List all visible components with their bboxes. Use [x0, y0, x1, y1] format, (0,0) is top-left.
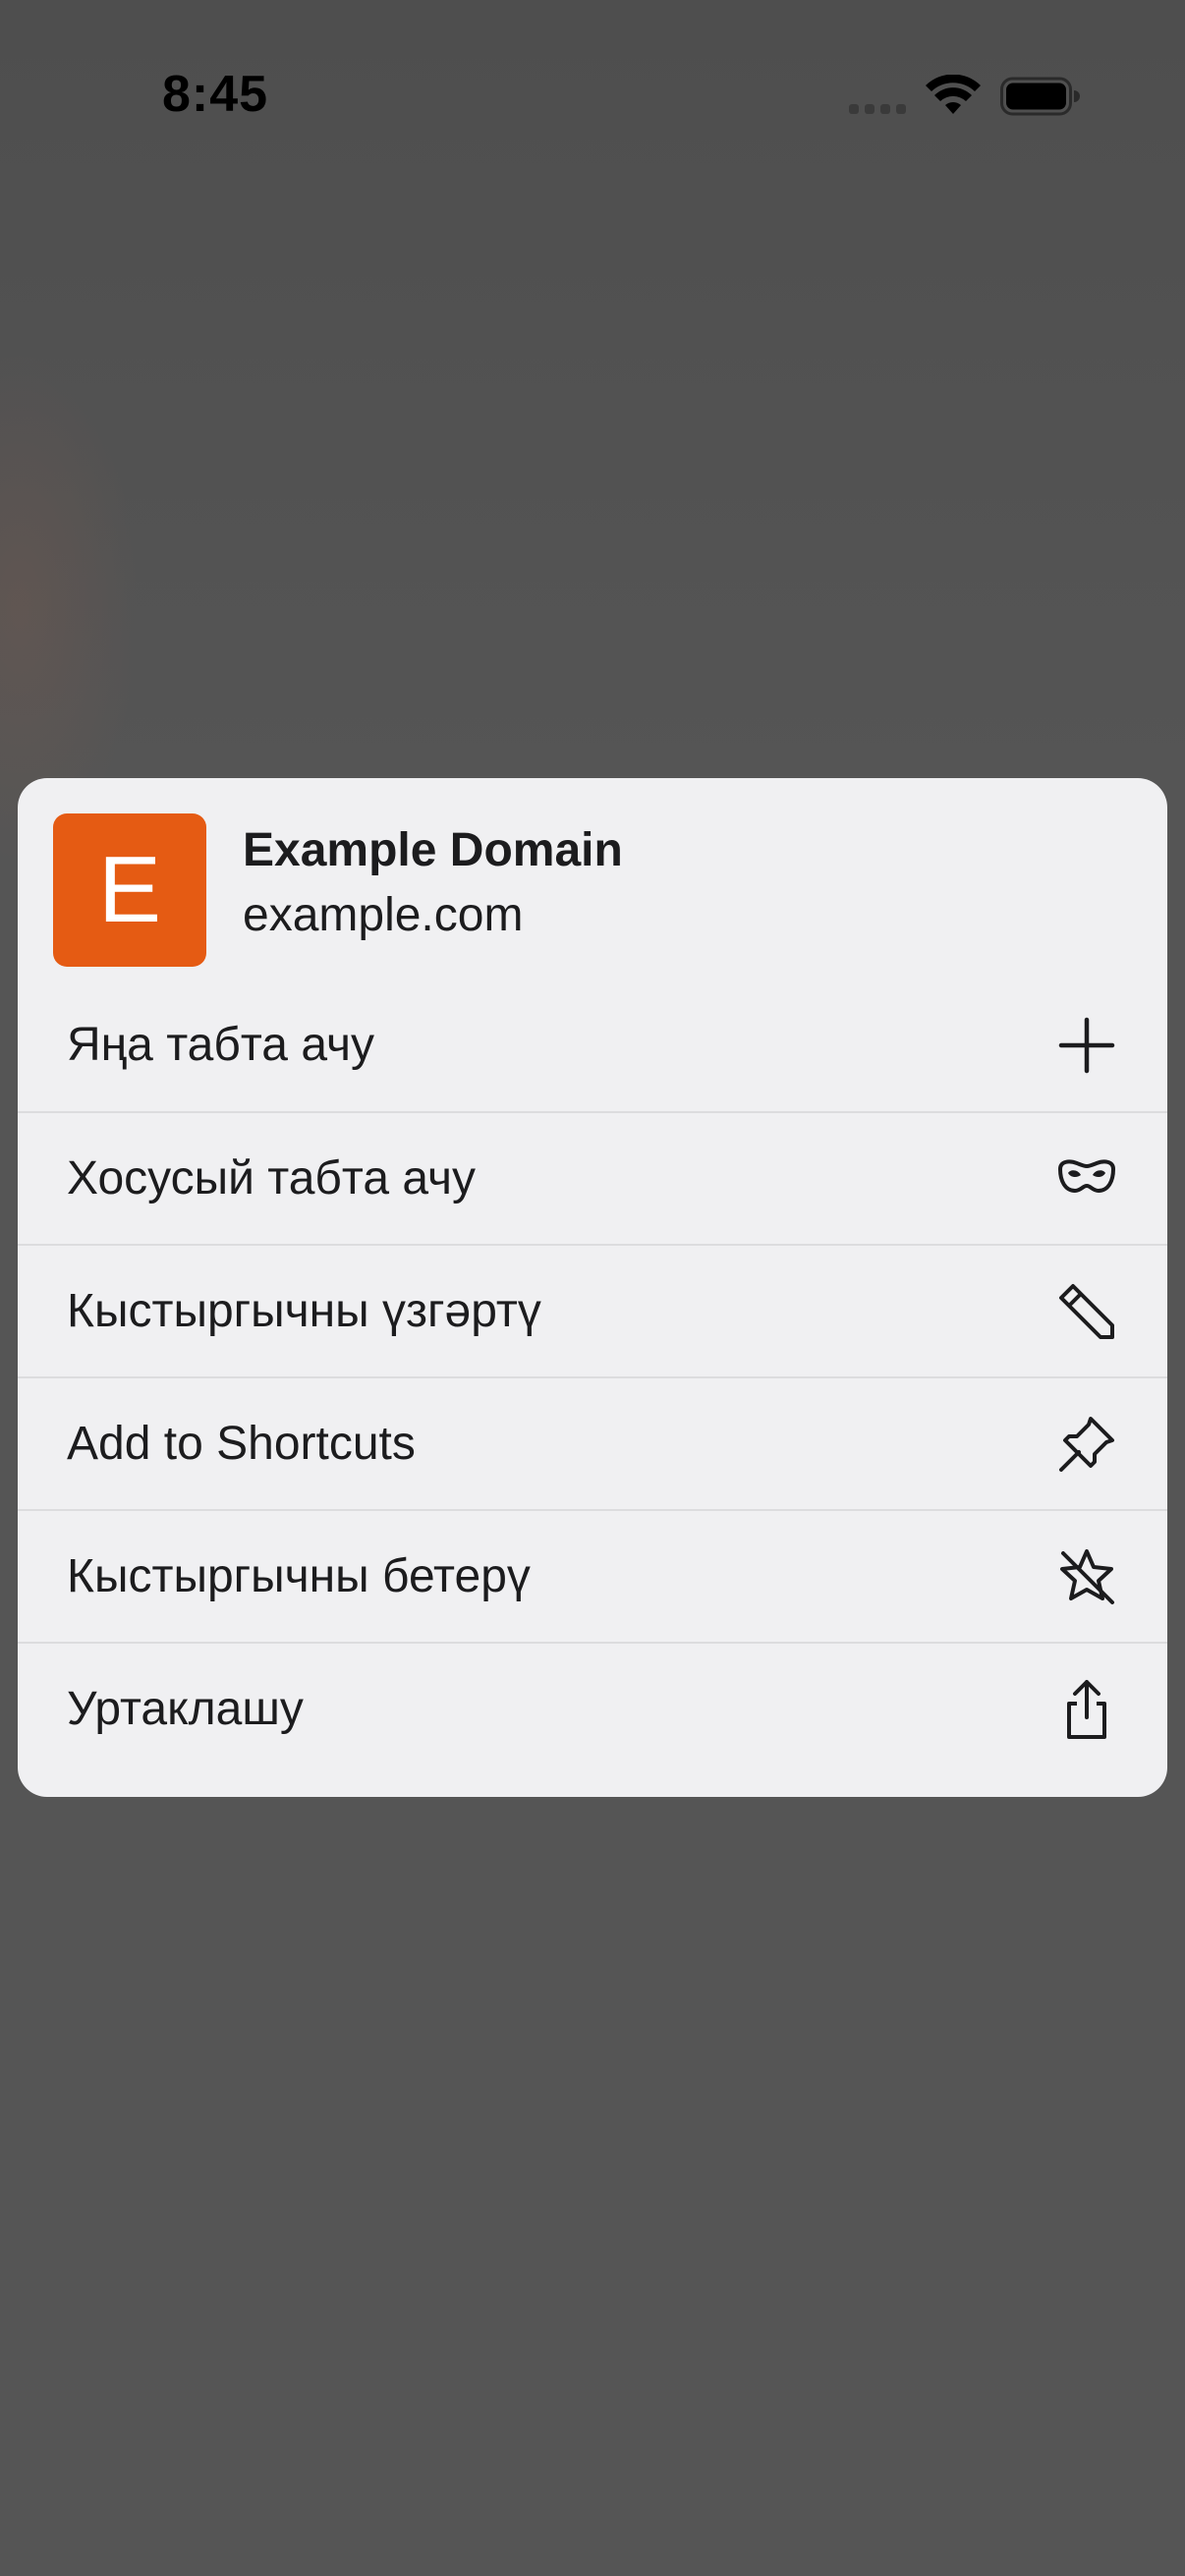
star-slash-icon	[1055, 1545, 1118, 1608]
status-time: 8:45	[162, 66, 269, 123]
menu-item-label: Хосусый табта ачу	[67, 1152, 477, 1204]
menu-item-share[interactable]: Уртаклашу	[18, 1642, 1167, 1774]
menu-item-label: Кыстыргычны бетерү	[67, 1550, 531, 1602]
menu-item-remove-bookmark[interactable]: Кыстыргычны бетерү	[18, 1509, 1167, 1642]
menu-item-open-new-tab[interactable]: Яңа табта ачу	[18, 979, 1167, 1111]
share-icon	[1055, 1678, 1118, 1741]
pencil-icon	[1055, 1280, 1118, 1343]
wifi-icon	[926, 75, 981, 114]
menu-item-edit-bookmark[interactable]: Кыстыргычны үзгәртү	[18, 1244, 1167, 1376]
menu-item-add-to-shortcuts[interactable]: Add to Shortcuts	[18, 1376, 1167, 1509]
link-preview-header: E Example Domain example.com	[18, 778, 1167, 979]
link-context-menu: E Example Domain example.com Яңа табта а…	[18, 778, 1167, 1797]
menu-item-label: Уртаклашу	[67, 1683, 304, 1735]
menu-item-label: Кыстыргычны үзгәртү	[67, 1285, 541, 1337]
site-url: example.com	[243, 889, 524, 941]
private-mask-icon	[1055, 1148, 1118, 1210]
menu-list: Яңа табта ачу Хосусый табта ачу Кыстыргы…	[18, 979, 1167, 1774]
menu-item-label: Яңа табта ачу	[67, 1019, 374, 1071]
battery-icon	[1000, 77, 1080, 116]
pin-icon	[1055, 1413, 1118, 1476]
site-title: Example Domain	[243, 824, 623, 876]
menu-item-label: Add to Shortcuts	[67, 1418, 416, 1470]
signal-dots-icon	[849, 104, 906, 114]
site-favicon: E	[53, 813, 206, 967]
status-bar: 8:45	[0, 0, 1185, 196]
menu-item-open-private-tab[interactable]: Хосусый табта ачу	[18, 1111, 1167, 1244]
plus-icon	[1055, 1014, 1118, 1077]
